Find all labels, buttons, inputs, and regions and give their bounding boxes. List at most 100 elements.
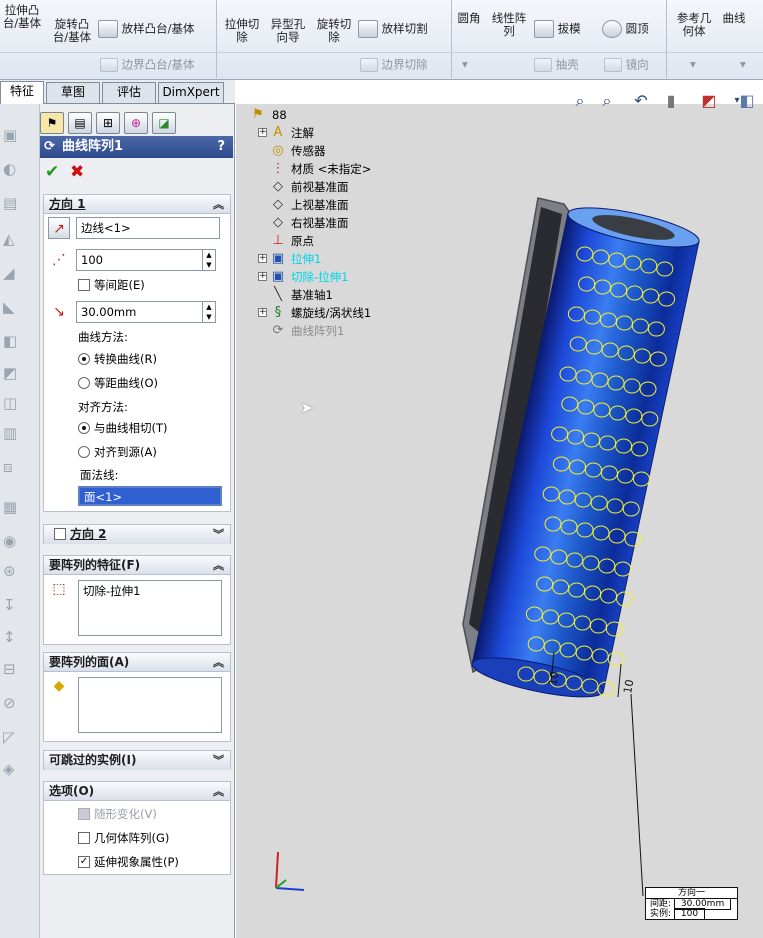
dome-icon[interactable]: ◉	[3, 532, 21, 550]
sweep-icon[interactable]: ▤	[3, 194, 21, 212]
revolve-boss-button[interactable]: 旋转凸 台/基体	[48, 0, 96, 50]
revolve-cut-button[interactable]: 旋转切 除	[312, 18, 356, 44]
collapse-icon[interactable]: ︽	[213, 556, 224, 575]
tab-sketch[interactable]: 草图	[46, 82, 100, 103]
reference-geometry-dropdown[interactable]: ▾	[690, 58, 696, 71]
fillet-button[interactable]: 圆角	[454, 12, 484, 25]
shell-button[interactable]: 抽壳	[534, 58, 579, 72]
count-spinner[interactable]: ▲ ▼	[202, 249, 216, 271]
fillet-dropdown[interactable]: ▾	[462, 58, 468, 71]
faces-to-pattern-header[interactable]: 要阵列的面(A) ︽	[44, 653, 230, 672]
rib-icon[interactable]: ◧	[3, 332, 21, 350]
tab-evaluate[interactable]: 评估	[102, 82, 156, 103]
propagate-visual-checkbox[interactable]: ✓	[78, 856, 90, 868]
loft-boss-button[interactable]: 放样凸台/基体	[98, 20, 212, 44]
help-button[interactable]: ?	[217, 136, 225, 158]
face-normal-field[interactable]: 面<1>	[78, 486, 222, 506]
model-view: 10 10	[275, 197, 700, 897]
linear-pattern-button[interactable]: 线性阵 列	[488, 12, 530, 38]
collapse-icon[interactable]: ︽	[213, 653, 224, 672]
tab-label: DimXpert	[162, 85, 220, 99]
boundary-cut-button[interactable]: 边界切除	[360, 58, 428, 72]
fillet-icon[interactable]: ◢	[3, 264, 21, 282]
options-header[interactable]: 选项(O) ︽	[44, 782, 230, 801]
extrude-boss-button[interactable]: 拉伸凸 台/基体	[0, 0, 44, 50]
transform-curve-radio[interactable]	[78, 353, 90, 365]
wrap-icon[interactable]: ▥	[3, 424, 21, 442]
expand-icon[interactable]: ︾	[213, 525, 224, 544]
coordinate-triad	[275, 851, 305, 891]
loft-cut-button[interactable]: 放样切割	[358, 20, 448, 38]
dome-button[interactable]: 圆顶	[602, 20, 662, 38]
property-manager: ⚑ ▤ ⊞ ⊕ ◪ ⟳ 曲线阵列1 ? ✔ ✖ 方向 1 ︽ ↗ 边线<1> ⋰…	[40, 104, 241, 938]
hole-wizard-button[interactable]: 异型孔 向导	[266, 18, 310, 44]
mirror-button[interactable]: 镜向	[604, 58, 649, 72]
tab-dimxpert[interactable]: DimXpert	[158, 82, 224, 103]
ribbon-label: 放样凸台/基体	[121, 21, 195, 36]
direction-1-header[interactable]: 方向 1 ︽	[44, 195, 230, 214]
geometry-pattern-checkbox[interactable]	[78, 832, 90, 844]
feature-manager-tab[interactable]: ⚑	[40, 112, 64, 134]
tab-features[interactable]: 特征	[0, 81, 44, 104]
features-to-pattern-header[interactable]: 要阵列的特征(F) ︽	[44, 556, 230, 575]
group-title: 方向 2	[70, 527, 107, 541]
curves-button[interactable]: 曲线	[718, 12, 750, 25]
list-item[interactable]: 切除-拉伸1	[83, 583, 217, 599]
extrude-icon[interactable]: ▣	[3, 126, 21, 144]
surface-icon[interactable]: ◈	[3, 760, 21, 778]
pattern-icon[interactable]: ▦	[3, 498, 21, 516]
extrude-cut-button[interactable]: 拉伸切 除	[220, 18, 264, 44]
dimxpert-manager-tab[interactable]: ⊕	[124, 112, 148, 134]
boundary-boss-button[interactable]: 边界凸台/基体	[100, 58, 195, 72]
move-icon[interactable]: ↕	[3, 628, 21, 646]
tangent-to-curve-radio[interactable]	[78, 422, 90, 434]
mirror-icon	[604, 58, 622, 72]
ok-button[interactable]: ✔	[45, 162, 59, 182]
collapse-icon[interactable]: ︽	[213, 195, 224, 214]
property-manager-tab[interactable]: ▤	[68, 112, 92, 134]
properties-icon: ▤	[74, 116, 86, 130]
direction-2-group: 方向 2 ︾	[43, 524, 231, 544]
draft-button[interactable]: 拔模	[534, 20, 594, 38]
features-list[interactable]: 切除-拉伸1	[78, 580, 222, 636]
graphics-area[interactable]: ⌕ ⌕ ↶ ▮ ◩ ▾ ◧ ⚑ 88 + A 注解 ◎ 传感器 ⋮ 材质 <未指定> ◇ 前视基…	[236, 91, 763, 938]
align-to-source-label: 对齐到源(A)	[94, 445, 157, 459]
direction-2-header[interactable]: 方向 2 ︾	[44, 525, 230, 544]
equal-spacing-label: 等间距(E)	[94, 278, 145, 292]
equal-spacing-checkbox[interactable]	[78, 279, 90, 291]
intersect-icon[interactable]: ⊟	[3, 660, 21, 678]
group-title: 选项(O)	[49, 784, 95, 798]
curves-dropdown[interactable]: ▾	[740, 58, 746, 71]
pattern-callout[interactable]: 方向一 间距: 30.00mm 实例: 100	[645, 887, 738, 920]
reverse-direction-icon[interactable]: ↗	[48, 217, 70, 239]
vary-sketch-checkbox[interactable]	[78, 808, 90, 820]
cancel-button[interactable]: ✖	[70, 162, 84, 182]
split-icon[interactable]: ↧	[3, 596, 21, 614]
display-manager-tab[interactable]: ◪	[152, 112, 176, 134]
mirror-icon[interactable]: ⧈	[3, 458, 21, 476]
callout-count-value[interactable]: 100	[673, 908, 706, 920]
instance-count-field[interactable]: 100	[76, 249, 204, 271]
revolve-icon[interactable]: ◐	[3, 160, 21, 178]
spacing-spinner[interactable]: ▲ ▼	[202, 301, 216, 323]
hole-icon[interactable]: ⊛	[3, 562, 21, 580]
draft-icon[interactable]: ◩	[3, 364, 21, 382]
spacing-field[interactable]: 30.00mm	[76, 301, 204, 323]
chamfer-icon[interactable]: ◣	[3, 298, 21, 316]
curve-pattern-icon: ⟳	[44, 139, 55, 154]
align-to-source-radio[interactable]	[78, 446, 90, 458]
loft-icon[interactable]: ◭	[3, 230, 21, 248]
direction-2-checkbox[interactable]	[54, 528, 66, 540]
curve-icon[interactable]: ◸	[3, 728, 21, 746]
instances-to-skip-header[interactable]: 可跳过的实例(I) ︾	[44, 751, 230, 770]
collapse-icon[interactable]: ︽	[213, 782, 224, 801]
shell-icon[interactable]: ◫	[3, 394, 21, 412]
faces-to-pattern-group: 要阵列的面(A) ︽ ◆	[43, 652, 231, 742]
faces-list[interactable]	[78, 677, 222, 733]
offset-curve-radio[interactable]	[78, 377, 90, 389]
pattern-direction-field[interactable]: 边线<1>	[76, 217, 220, 239]
configuration-manager-tab[interactable]: ⊞	[96, 112, 120, 134]
combine-icon[interactable]: ⊘	[3, 694, 21, 712]
reference-geometry-button[interactable]: 参考几 何体	[672, 12, 716, 38]
expand-icon[interactable]: ︾	[213, 751, 224, 770]
